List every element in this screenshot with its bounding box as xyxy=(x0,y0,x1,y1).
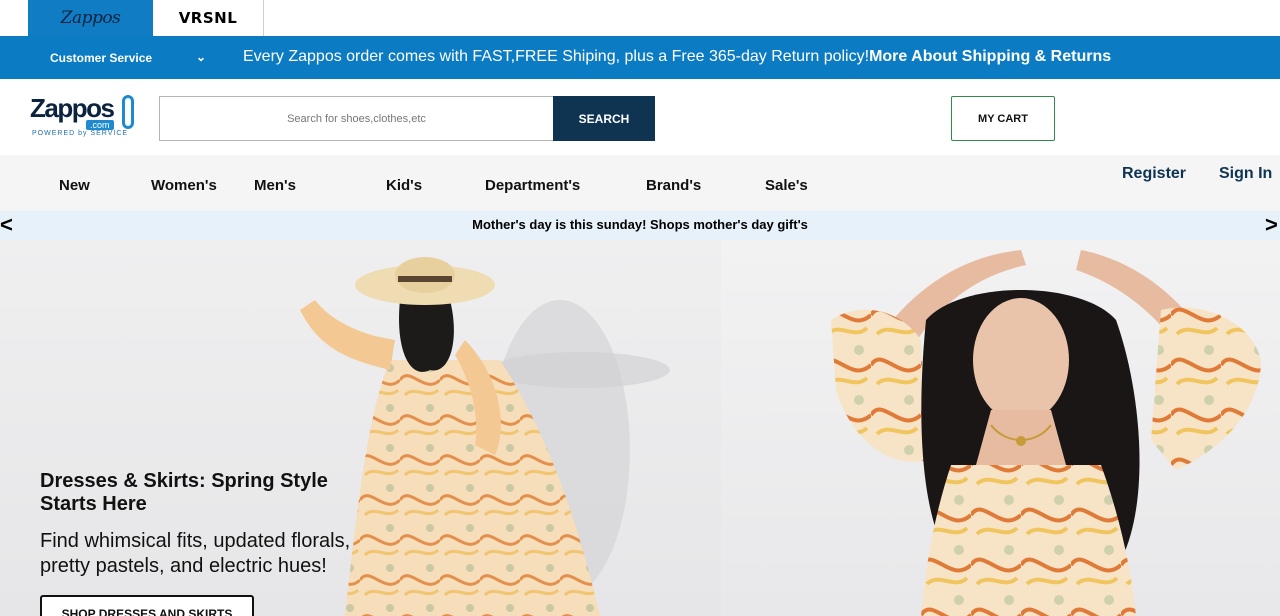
shop-dresses-button[interactable]: SHOP DRESSES AND SKIRTS xyxy=(40,595,254,616)
search-button[interactable]: SEARCH xyxy=(553,96,655,141)
nav-item-sales[interactable]: Sale's xyxy=(765,177,808,194)
carousel-prev-arrow-icon[interactable]: < xyxy=(0,212,13,238)
brand-tab-zappos[interactable]: Zappos xyxy=(28,0,153,36)
shipping-promo-message: Every Zappos order comes with FAST,FREE … xyxy=(243,48,870,65)
zappos-tab-logo: Zappos xyxy=(60,8,121,28)
my-cart-button[interactable]: MY CART xyxy=(951,96,1055,141)
nav-item-new[interactable]: New xyxy=(59,177,90,194)
shipping-promo-text: Every Zappos order comes with FAST,FREE … xyxy=(243,48,1111,66)
main-nav: New Women's Men's Kid's Department's Bra… xyxy=(0,155,1280,211)
logo-mark-icon xyxy=(122,95,134,129)
hero-subtitle: Find whimsical fits, updated florals, pr… xyxy=(40,530,351,577)
nav-item-womens[interactable]: Women's xyxy=(151,177,217,194)
shipping-returns-link[interactable]: More About Shipping & Returns xyxy=(869,48,1111,65)
brand-tabs: Zappos VRSNL xyxy=(0,0,1280,36)
nav-item-mens[interactable]: Men's xyxy=(254,177,296,194)
vrsnl-tab-logo: VRSNL xyxy=(178,9,238,27)
nav-item-departments[interactable]: Department's xyxy=(485,177,580,194)
zappos-logo[interactable]: Zappos .com POWERED by SERVICE xyxy=(30,93,136,143)
nav-item-brands[interactable]: Brand's xyxy=(646,177,701,194)
nav-item-kids[interactable]: Kid's xyxy=(386,177,422,194)
model-portrait-illustration xyxy=(831,250,1261,616)
customer-service-dropdown[interactable]: Customer Service ⌄ xyxy=(38,36,210,79)
logo-com-badge: .com xyxy=(86,120,114,130)
carousel-next-arrow-icon[interactable]: > xyxy=(1265,212,1278,238)
announcement-carousel: Mother's day is this sunday! Shops mothe… xyxy=(0,211,1280,240)
chevron-down-icon: ⌄ xyxy=(195,50,206,64)
register-link[interactable]: Register xyxy=(1122,165,1186,183)
hero-image-left: Dresses & Skirts: Spring Style Starts He… xyxy=(0,240,721,616)
announcement-text: Mother's day is this sunday! Shops mothe… xyxy=(472,217,808,232)
site-header: Zappos .com POWERED by SERVICE SEARCH MY… xyxy=(0,79,1280,155)
brand-tab-vrsnl[interactable]: VRSNL xyxy=(153,0,264,36)
search-input[interactable] xyxy=(159,96,553,141)
customer-service-label: Customer Service xyxy=(50,50,153,65)
sign-in-link[interactable]: Sign In xyxy=(1219,165,1272,183)
hero-banner: Dresses & Skirts: Spring Style Starts He… xyxy=(0,240,1280,616)
logo-tagline: POWERED by SERVICE xyxy=(32,130,129,137)
hero-title: Dresses & Skirts: Spring Style Starts He… xyxy=(40,470,328,515)
promo-bar: Customer Service ⌄ Every Zappos order co… xyxy=(0,36,1280,79)
hero-image-right xyxy=(721,240,1280,616)
